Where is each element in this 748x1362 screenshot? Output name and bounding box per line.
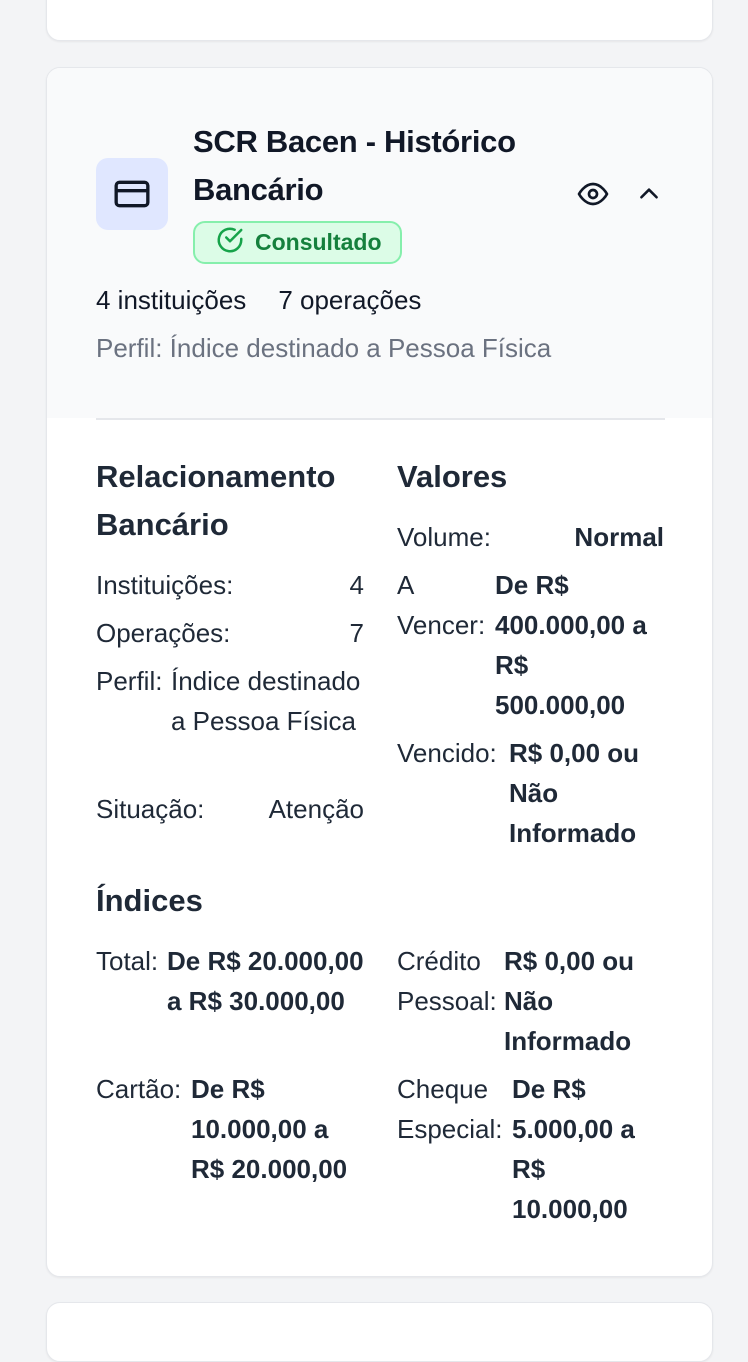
cartao-label: Cartão: bbox=[96, 1074, 182, 1104]
perfil-label: Perfil: bbox=[96, 666, 163, 696]
eye-icon[interactable] bbox=[575, 176, 611, 212]
situacao-value: Atenção bbox=[268, 794, 364, 824]
indices-title: Índices bbox=[96, 883, 203, 918]
credito-pessoal-value: R$ 0,00 ou Não Informado bbox=[504, 946, 635, 1056]
scr-bacen-card: SCR Bacen - Histórico Bancário Consultad… bbox=[46, 67, 713, 1277]
perfil-value: Índice destinado a Pessoa Física bbox=[171, 666, 361, 736]
instituicoes-label: Instituições: bbox=[96, 570, 234, 600]
credito-pessoal-label: Crédito Pessoal: bbox=[397, 946, 497, 1016]
a-vencer-label: A Vencer: bbox=[397, 570, 486, 640]
valores-title: Valores bbox=[397, 459, 508, 494]
operacoes-label: Operações: bbox=[96, 618, 231, 648]
a-vencer-value: De R$ 400.000,00 a R$ 500.000,00 bbox=[495, 570, 647, 720]
summary-counts: 4 instituições 7 operações bbox=[96, 285, 421, 316]
situacao-label: Situação: bbox=[96, 794, 205, 824]
vencido-value: R$ 0,00 ou Não Informado bbox=[509, 738, 640, 848]
divider bbox=[96, 418, 665, 420]
status-label: Consultado bbox=[255, 229, 382, 255]
card-title: SCR Bacen - Histórico Bancário bbox=[193, 124, 516, 207]
cheque-especial-value: De R$ 5.000,00 a R$ 10.000,00 bbox=[512, 1074, 635, 1224]
chevron-up-icon[interactable] bbox=[633, 176, 665, 212]
instituicoes-value: 4 bbox=[349, 570, 364, 600]
cartao-value: De R$ 10.000,00 a R$ 20.000,00 bbox=[191, 1074, 348, 1184]
previous-card bbox=[46, 0, 713, 41]
vencido-label: Vencido: bbox=[397, 738, 497, 768]
check-circle-icon bbox=[215, 225, 245, 261]
operacoes-value: 7 bbox=[349, 618, 364, 648]
volume-value: Normal bbox=[574, 522, 664, 552]
card-header[interactable]: SCR Bacen - Histórico Bancário Consultad… bbox=[47, 68, 712, 418]
total-label: Total: bbox=[96, 946, 159, 976]
profile-summary: Perfil: Índice destinado a Pessoa Física bbox=[96, 333, 552, 363]
volume-label: Volume: bbox=[397, 522, 491, 552]
status-badge: Consultado bbox=[193, 221, 402, 264]
next-card bbox=[46, 1302, 713, 1362]
total-value: De R$ 20.000,00 a R$ 30.000,00 bbox=[167, 946, 364, 1016]
credit-card-icon bbox=[96, 158, 168, 230]
operations-count: 7 operações bbox=[278, 285, 422, 315]
relacionamento-title: Relacionamento Bancário bbox=[96, 459, 336, 542]
institutions-count: 4 instituições bbox=[96, 285, 247, 315]
cheque-especial-label: Cheque Especial: bbox=[397, 1074, 503, 1144]
